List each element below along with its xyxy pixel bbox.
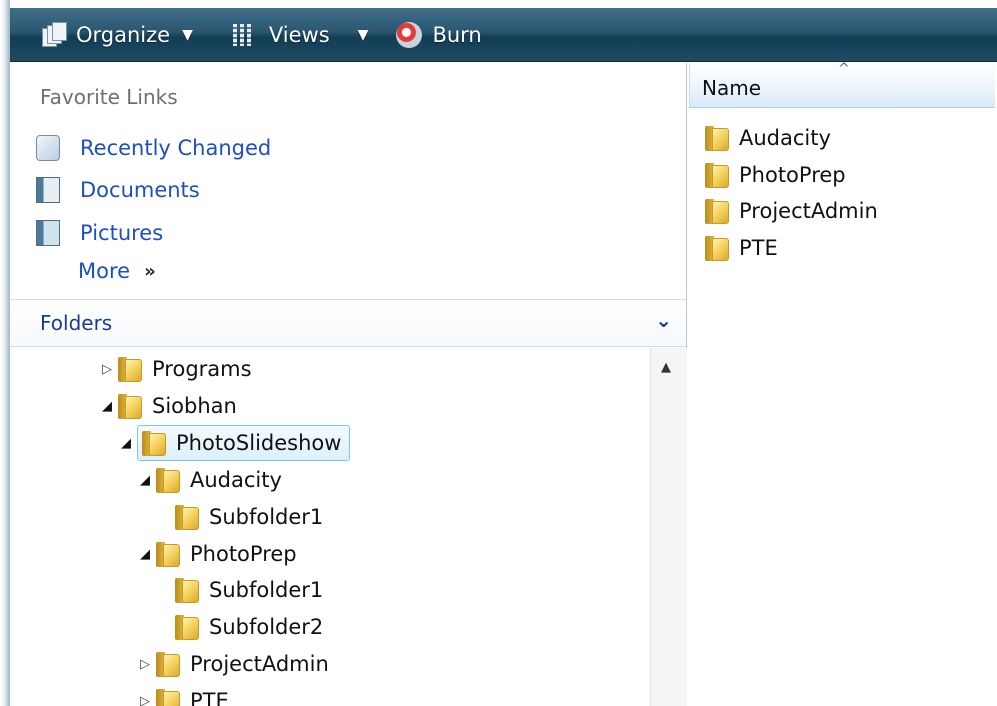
folder-tree: ▷ Programs ◢ Siobhan ◢ PhotoSlideshow ◢ …	[10, 348, 650, 706]
folder-icon	[156, 541, 180, 567]
folder-icon	[175, 577, 199, 603]
tree-item-label: PTE	[190, 689, 229, 706]
folder-icon	[175, 614, 199, 640]
folder-icon	[118, 393, 142, 419]
views-icon	[232, 22, 259, 48]
tree-item-label: ProjectAdmin	[190, 652, 329, 676]
favorite-link-pictures[interactable]: Pictures	[36, 216, 163, 250]
documents-icon	[36, 177, 60, 203]
tree-item-projectadmin[interactable]: ▷ ProjectAdmin	[136, 647, 329, 681]
recently-changed-icon	[36, 135, 60, 161]
file-item-label: PTE	[739, 236, 778, 260]
tree-item-programs[interactable]: ▷ Programs	[98, 352, 252, 386]
folder-icon	[156, 467, 180, 493]
file-item-pte[interactable]: PTE	[705, 231, 778, 265]
folder-icon	[705, 198, 729, 224]
name-column-label: Name	[702, 76, 762, 100]
burn-button[interactable]: Burn	[388, 15, 489, 55]
tree-item-photoslideshow[interactable]: ◢ PhotoSlideshow	[117, 425, 351, 461]
name-column-header[interactable]: Name ^	[689, 61, 995, 108]
tree-item-subfolder1[interactable]: Subfolder1	[155, 573, 323, 607]
tree-item-photoprep[interactable]: ◢ PhotoPrep	[136, 537, 297, 571]
sort-ascending-icon: ^	[838, 61, 850, 77]
tree-item-label: Audacity	[190, 468, 282, 492]
tree-item-siobhan[interactable]: ◢ Siobhan	[98, 389, 237, 423]
organize-label: Organize	[76, 22, 171, 47]
file-item-label: PhotoPrep	[739, 163, 846, 187]
favorite-links-title: Favorite Links	[40, 85, 178, 109]
organize-caret-icon: ▼	[182, 26, 193, 43]
tree-item-label: Subfolder2	[209, 615, 324, 639]
views-caret-icon[interactable]: ▼	[358, 27, 369, 43]
collapse-arrow-icon[interactable]: ◢	[98, 399, 116, 414]
views-button[interactable]: Views ▼	[225, 15, 377, 55]
more-label: More	[78, 259, 131, 283]
expand-arrow-icon[interactable]: ▷	[136, 694, 154, 706]
burn-disc-icon	[396, 21, 423, 48]
folder-icon	[705, 125, 729, 151]
selected-tree-item[interactable]: PhotoSlideshow	[137, 425, 351, 461]
collapse-arrow-icon[interactable]: ◢	[136, 473, 154, 488]
file-item-projectadmin[interactable]: ProjectAdmin	[705, 194, 878, 228]
folder-icon	[142, 430, 166, 456]
chevron-down-icon[interactable]: ⌄	[655, 308, 672, 332]
tree-item-label: PhotoPrep	[190, 542, 297, 566]
tree-item-label: Siobhan	[152, 394, 237, 418]
file-list-pane: Name ^ Audacity PhotoPrep ProjectAdmin P…	[687, 61, 997, 706]
window-frame-edge	[0, 0, 10, 706]
pictures-icon	[36, 220, 60, 246]
organize-button[interactable]: Organize ▼	[32, 15, 201, 55]
collapse-arrow-icon[interactable]: ◢	[117, 436, 135, 451]
folder-icon	[705, 235, 729, 261]
file-item-label: Audacity	[739, 126, 831, 150]
tree-item-label: Programs	[152, 357, 252, 381]
tree-item-label: Subfolder1	[209, 505, 324, 529]
folders-header[interactable]: Folders ⌄	[10, 299, 686, 347]
file-item-photoprep[interactable]: PhotoPrep	[705, 158, 846, 192]
file-item-audacity[interactable]: Audacity	[705, 121, 831, 155]
views-label: Views	[268, 22, 330, 47]
favorite-link-label: Documents	[80, 178, 200, 202]
favorite-link-label: Recently Changed	[80, 136, 272, 160]
collapse-arrow-icon[interactable]: ◢	[136, 547, 154, 562]
tree-item-subfolder1[interactable]: Subfolder1	[155, 500, 323, 534]
tree-scrollbar[interactable]: ▲	[650, 348, 687, 706]
favorite-link-recently-changed[interactable]: Recently Changed	[36, 131, 271, 165]
file-item-label: ProjectAdmin	[739, 199, 878, 223]
folder-icon	[175, 504, 199, 530]
folder-icon	[705, 162, 729, 188]
tree-item-label: PhotoSlideshow	[176, 431, 342, 455]
tree-item-pte[interactable]: ▷ PTE	[136, 684, 229, 706]
scroll-up-arrow-icon[interactable]: ▲	[661, 360, 671, 375]
folder-icon	[156, 651, 180, 677]
tree-item-subfolder2[interactable]: Subfolder2	[155, 610, 323, 644]
folder-icon	[156, 688, 180, 706]
favorite-link-label: Pictures	[80, 221, 164, 245]
navigation-pane: Favorite Links Recently Changed Document…	[10, 63, 687, 706]
expand-arrow-icon[interactable]: ▷	[98, 362, 116, 377]
double-chevron-icon: »	[144, 260, 156, 282]
favorite-link-documents[interactable]: Documents	[36, 173, 200, 207]
more-links-button[interactable]: More »	[78, 259, 156, 283]
tree-item-label: Subfolder1	[209, 578, 324, 602]
burn-label: Burn	[432, 22, 482, 47]
expand-arrow-icon[interactable]: ▷	[136, 657, 154, 672]
folder-icon	[118, 356, 142, 382]
tree-item-audacity[interactable]: ◢ Audacity	[136, 463, 282, 497]
organize-icon	[40, 21, 67, 48]
command-toolbar: Organize ▼ Views ▼ Burn	[10, 8, 997, 62]
explorer-window: Organize ▼ Views ▼ Burn Favorite Links R…	[10, 8, 997, 706]
folders-title: Folders	[40, 311, 113, 335]
